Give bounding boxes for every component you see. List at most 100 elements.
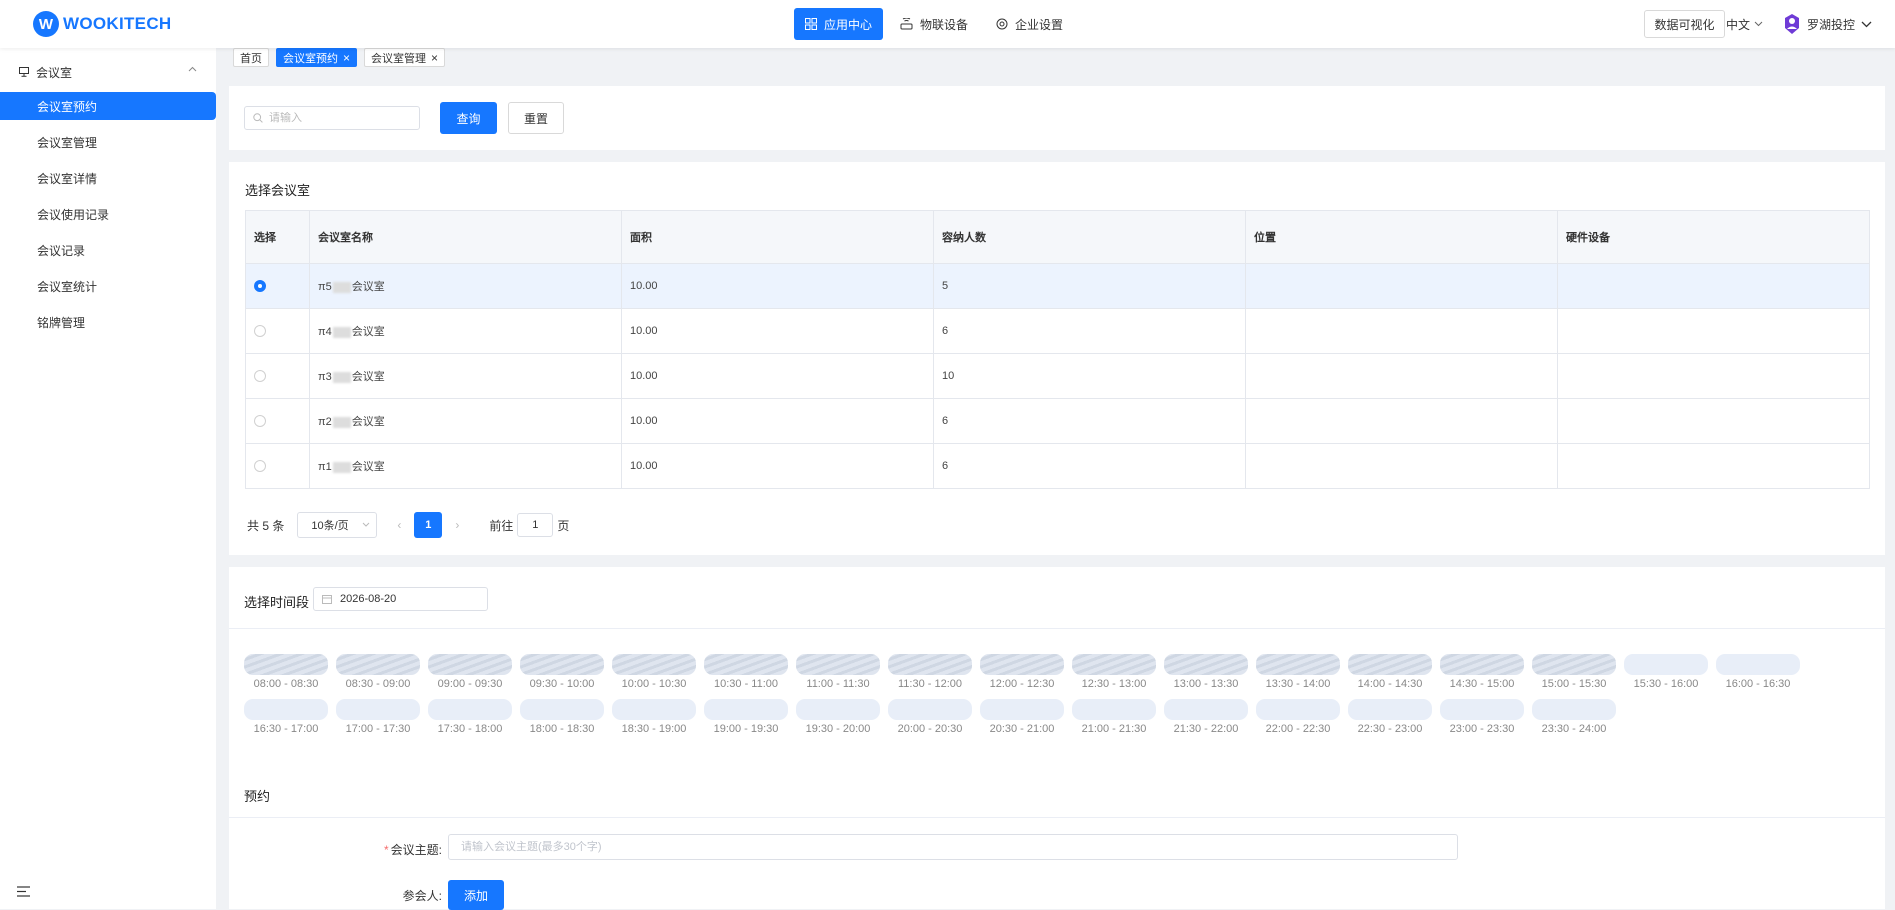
time-slot[interactable]: 11:30 - 12:00 [888,654,972,690]
next-page-button[interactable]: › [455,518,459,532]
room-radio[interactable] [254,325,266,337]
date-picker[interactable]: 2026-08-20 [313,587,488,611]
time-slot-bar[interactable] [980,699,1064,720]
time-slot[interactable]: 14:00 - 14:30 [1348,654,1432,690]
time-slot-bar[interactable] [1164,654,1248,675]
time-slot[interactable]: 12:00 - 12:30 [980,654,1064,690]
subject-input[interactable] [448,834,1458,860]
add-participant-button[interactable]: 添加 [448,880,504,910]
time-slot[interactable]: 09:00 - 09:30 [428,654,512,690]
time-slot-bar[interactable] [1256,654,1340,675]
time-slot[interactable]: 16:00 - 16:30 [1716,654,1800,690]
time-slot-bar[interactable] [336,654,420,675]
time-slot[interactable]: 08:30 - 09:00 [336,654,420,690]
page-number-current[interactable]: 1 [414,512,443,538]
search-input[interactable] [269,112,409,124]
time-slot-bar[interactable] [704,699,788,720]
time-slot-bar[interactable] [336,699,420,720]
time-slot-bar[interactable] [520,699,604,720]
reset-button[interactable]: 重置 [508,102,564,134]
room-radio[interactable] [254,370,266,382]
time-slot-bar[interactable] [1716,654,1800,675]
time-slot-bar[interactable] [520,654,604,675]
time-slot[interactable]: 21:30 - 22:00 [1164,699,1248,735]
close-icon[interactable]: × [431,52,438,64]
time-slot[interactable]: 13:30 - 14:00 [1256,654,1340,690]
menu-collapse-icon[interactable] [17,886,30,897]
time-slot-bar[interactable] [1164,699,1248,720]
time-slot[interactable]: 08:00 - 08:30 [244,654,328,690]
time-slot[interactable]: 12:30 - 13:00 [1072,654,1156,690]
sidebar-item-nameplate[interactable]: 铭牌管理 [0,308,216,336]
time-slot-bar[interactable] [612,699,696,720]
topnav-enterprise-settings[interactable]: 企业设置 [985,8,1074,40]
sidebar-item-room-details[interactable]: 会议室详情 [0,164,216,192]
language-switcher[interactable]: 中文 [1726,14,1763,34]
time-slot-bar[interactable] [1072,699,1156,720]
time-slot[interactable]: 14:30 - 15:00 [1440,654,1524,690]
tab-booking[interactable]: 会议室预约 × [276,48,358,67]
data-visualization-button[interactable]: 数据可视化 [1644,10,1725,38]
time-slot[interactable]: 10:00 - 10:30 [612,654,696,690]
time-slot-bar[interactable] [1440,654,1524,675]
time-slot-bar[interactable] [1256,699,1340,720]
table-row[interactable]: π3 会议室 10.00 10 [245,353,1870,399]
time-slot-bar[interactable] [888,654,972,675]
user-menu[interactable]: 罗湖投控 [1783,12,1872,36]
time-slot-bar[interactable] [1440,699,1524,720]
time-slot[interactable]: 20:30 - 21:00 [980,699,1064,735]
time-slot[interactable]: 18:00 - 18:30 [520,699,604,735]
tab-home[interactable]: 首页 [233,48,269,67]
time-slot[interactable]: 13:00 - 13:30 [1164,654,1248,690]
query-button[interactable]: 查询 [440,102,497,134]
time-slot-bar[interactable] [1532,654,1616,675]
sidebar-item-booking[interactable]: 会议室预约 [0,92,216,120]
time-slot-bar[interactable] [244,699,328,720]
time-slot[interactable]: 10:30 - 11:00 [704,654,788,690]
time-slot[interactable]: 19:00 - 19:30 [704,699,788,735]
time-slot[interactable]: 22:00 - 22:30 [1256,699,1340,735]
brand-logo[interactable]: W WOOKITECH [33,11,171,37]
topnav-app-center[interactable]: 应用中心 [794,8,884,40]
time-slot[interactable]: 17:30 - 18:00 [428,699,512,735]
time-slot[interactable]: 20:00 - 20:30 [888,699,972,735]
time-slot-bar[interactable] [888,699,972,720]
time-slot-bar[interactable] [704,654,788,675]
time-slot[interactable]: 09:30 - 10:00 [520,654,604,690]
sidebar-group-meeting-room[interactable]: 会议室 [0,60,216,84]
tab-room-management[interactable]: 会议室管理 × [364,48,446,67]
time-slot[interactable]: 23:30 - 24:00 [1532,699,1616,735]
time-slot-bar[interactable] [1072,654,1156,675]
time-slot[interactable]: 22:30 - 23:00 [1348,699,1432,735]
time-slot[interactable]: 19:30 - 20:00 [796,699,880,735]
time-slot-bar[interactable] [612,654,696,675]
time-slot-bar[interactable] [796,699,880,720]
time-slot-bar[interactable] [1348,699,1432,720]
time-slot-bar[interactable] [980,654,1064,675]
close-icon[interactable]: × [343,52,350,64]
room-radio[interactable] [254,415,266,427]
time-slot[interactable]: 15:30 - 16:00 [1624,654,1708,690]
time-slot-bar[interactable] [428,654,512,675]
table-row[interactable]: π4 会议室 10.00 6 [245,308,1870,354]
sidebar-item-meeting-records[interactable]: 会议记录 [0,236,216,264]
time-slot-bar[interactable] [1348,654,1432,675]
prev-page-button[interactable]: ‹ [397,518,401,532]
time-slot-bar[interactable] [1532,699,1616,720]
time-slot-bar[interactable] [428,699,512,720]
time-slot[interactable]: 11:00 - 11:30 [796,654,880,690]
time-slot[interactable]: 18:30 - 19:00 [612,699,696,735]
table-row[interactable]: π5 会议室 10.00 5 [245,263,1870,309]
room-radio[interactable] [254,460,266,472]
time-slot[interactable]: 21:00 - 21:30 [1072,699,1156,735]
page-size-select[interactable]: 10条/页 [297,512,378,538]
sidebar-item-usage-records[interactable]: 会议使用记录 [0,200,216,228]
time-slot-bar[interactable] [796,654,880,675]
topnav-iot-devices[interactable]: 物联设备 [889,8,979,40]
sidebar-item-statistics[interactable]: 会议室统计 [0,272,216,300]
time-slot-bar[interactable] [1624,654,1708,675]
time-slot[interactable]: 16:30 - 17:00 [244,699,328,735]
goto-page-input[interactable]: 1 [517,513,554,537]
sidebar-item-room-management[interactable]: 会议室管理 [0,128,216,156]
table-row[interactable]: π2 会议室 10.00 6 [245,398,1870,444]
